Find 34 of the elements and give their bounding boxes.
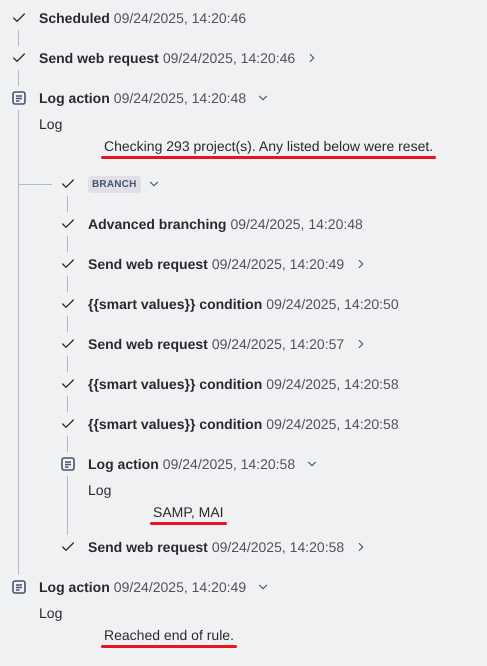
step-title: {{smart values}} condition	[88, 376, 262, 392]
log-label: Log	[38, 115, 64, 134]
step-timestamp: 09/24/2025, 14:20:58	[162, 456, 296, 472]
step-timestamp: 09/24/2025, 14:20:49	[114, 579, 246, 595]
log-label: Log	[87, 481, 112, 500]
step-timestamp: 09/24/2025, 14:20:50	[266, 296, 399, 312]
step-title: Log action	[39, 90, 110, 106]
step-timestamp: 09/24/2025, 14:20:48	[114, 90, 246, 106]
step-timestamp: 09/24/2025, 14:20:58	[266, 416, 399, 432]
step-title: {{smart values}} condition	[88, 296, 262, 312]
step-title: Log action	[39, 579, 110, 595]
step-title: {{smart values}} condition	[88, 416, 262, 432]
log-icon	[61, 457, 75, 471]
step-timestamp: 09/24/2025, 14:20:46	[162, 50, 296, 66]
step-title: Send web request	[88, 256, 208, 272]
log-message: Reached end of rule.	[103, 626, 235, 645]
step-title: Scheduled	[39, 10, 110, 26]
step-timestamp: 09/24/2025, 14:20:46	[114, 10, 246, 26]
step-title: Send web request	[39, 50, 159, 66]
branch-badge: BRANCH	[88, 176, 141, 192]
step-timestamp: 09/24/2025, 14:20:48	[230, 216, 363, 232]
step-title: Send web request	[88, 336, 208, 352]
log-label: Log	[38, 604, 64, 623]
log-icon	[12, 91, 26, 105]
step-timestamp: 09/24/2025, 14:20:49	[212, 256, 344, 272]
step-title: Advanced branching	[88, 216, 226, 232]
step-title: Log action	[88, 456, 159, 472]
step-timestamp: 09/24/2025, 14:20:57	[212, 336, 344, 352]
log-message: Checking 293 project(s). Any listed below were reset.	[103, 137, 434, 156]
step-timestamp: 09/24/2025, 14:20:58	[212, 539, 344, 555]
log-message: SAMP, MAI	[152, 503, 225, 522]
step-title: Send web request	[88, 539, 208, 555]
step-timestamp: 09/24/2025, 14:20:58	[266, 376, 399, 392]
log-icon	[12, 580, 26, 594]
